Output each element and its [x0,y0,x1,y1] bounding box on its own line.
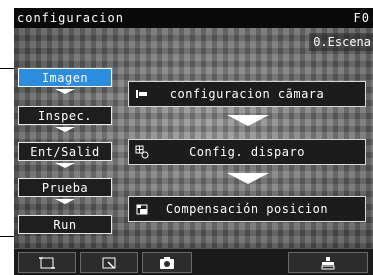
camera-setup-button[interactable]: configuracion cãmara [128,81,366,107]
output-icon [321,256,335,269]
camera-setup-label: configuracion cãmara [169,87,325,101]
title-right-text: F0 [353,11,370,25]
position-compensation-button[interactable]: Compensación posicion [128,196,366,222]
menu-item-inspec[interactable]: Inspec. [18,106,112,125]
position-compensation-label: Compensación posicion [165,202,329,216]
flow-arrow-icon [227,173,269,184]
zoom-window-button[interactable] [80,252,138,273]
camera-capture-button[interactable] [142,252,192,273]
display-frame-icon [39,256,55,269]
trigger-setup-label: Config. disparo [189,145,305,159]
menu-item-imagen[interactable]: Imagen [18,68,112,87]
bottom-toolbar [14,248,373,275]
camera-setup-icon [136,90,147,98]
menu-item-ent-salid[interactable]: Ent/Salid [18,142,112,161]
output-button[interactable] [288,252,368,273]
position-compensation-icon [136,204,148,215]
arrow-down-icon [55,199,75,204]
zoom-window-icon [102,257,116,269]
camera-capture-icon [160,256,174,269]
title-bar: configuracion F0 [14,8,373,28]
flow-arrow-icon [227,115,269,126]
arrow-down-icon [55,89,75,94]
trigger-icon [135,145,149,159]
menu-item-prueba[interactable]: Prueba [18,178,112,197]
arrow-down-icon [55,127,75,132]
trigger-setup-button[interactable]: Config. disparo [128,139,366,165]
device-screen: configuracion F0 0.Escena Imagen Inspec.… [14,8,373,275]
display-frame-button[interactable] [18,252,76,273]
menu-item-run[interactable]: Run [18,215,112,234]
scene-label[interactable]: 0.Escena [309,33,373,51]
screen-title: configuracion [17,11,124,25]
arrow-down-icon [55,163,75,168]
